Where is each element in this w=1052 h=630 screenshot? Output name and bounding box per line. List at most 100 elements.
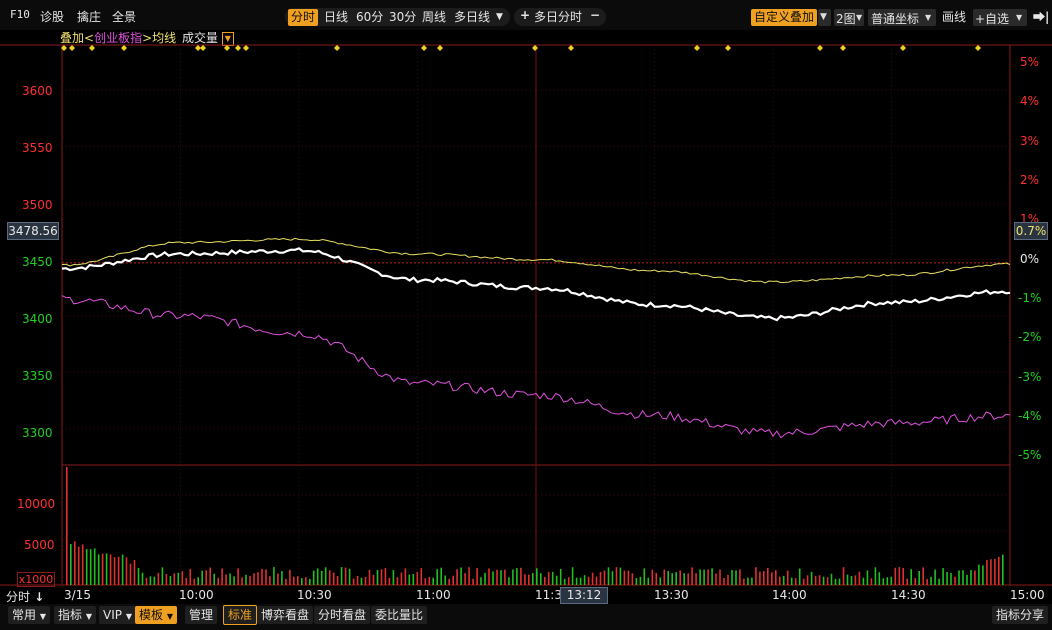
volume-bar [169, 576, 172, 585]
volume-bar [312, 570, 315, 585]
tab-common[interactable]: 常用 ▼ [8, 606, 50, 624]
tab-manage[interactable]: 管理 [185, 606, 218, 624]
volume-bar [356, 576, 359, 585]
period-daily[interactable]: 日线 [321, 9, 351, 26]
volume-bar [978, 564, 980, 585]
chart-grid [0, 44, 1052, 586]
volume-bar [715, 573, 717, 585]
chevron-down-icon: ▼ [166, 612, 173, 621]
volume-bar [77, 546, 80, 585]
volume-bar [934, 569, 936, 585]
volume-bar [380, 569, 383, 585]
volume-bar [205, 570, 207, 585]
volume-bar [492, 571, 494, 585]
volume-bar [364, 576, 367, 585]
time-label-0: 3/15 [64, 588, 91, 602]
crosshair-price-label: 3478.56 [7, 222, 59, 240]
f10-button[interactable]: F10 [10, 8, 30, 21]
chevron-down-icon: ▼ [925, 13, 932, 22]
volume-bar [834, 578, 837, 585]
watchlist-dropdown[interactable]: +自选 ▼ [973, 9, 1027, 26]
minus-icon[interactable]: − [590, 8, 600, 22]
volume-bar [679, 570, 681, 585]
volume-bar [153, 576, 156, 585]
volume-bar [579, 577, 582, 585]
volume-bar [245, 574, 247, 585]
volume-bar [249, 575, 251, 585]
volume-bar [547, 571, 550, 585]
tab-fenshi-view[interactable]: 分时看盘 [314, 606, 371, 624]
charts-dropdown[interactable]: 2图 ▼ [834, 9, 864, 26]
tab-indicator[interactable]: 指标 ▼ [54, 606, 96, 624]
volume-bar [635, 578, 638, 585]
volume-bar [862, 577, 865, 585]
catch-dealer-button[interactable]: 擒庄 [77, 8, 101, 25]
volume-bar [320, 571, 323, 585]
pct-tick-m4: -4% [1018, 409, 1042, 423]
volume-bar [293, 576, 295, 585]
volume-bar [297, 576, 299, 585]
volume-bar [404, 568, 407, 585]
volume-bar [436, 569, 438, 585]
tab-vip[interactable]: VIP ▼ [99, 606, 136, 624]
volume-bar [328, 570, 331, 585]
tab-template[interactable]: 模板 ▼ [135, 606, 177, 624]
period-fenshi[interactable]: 分时 [288, 9, 319, 26]
collapse-icon[interactable]: ⮕| [1033, 8, 1049, 25]
volume-bar [731, 570, 733, 585]
indicator-share-button[interactable]: 指标分享 [992, 606, 1049, 624]
event-marker-icon [235, 45, 241, 51]
price-chart[interactable] [0, 30, 1052, 605]
volume-bar [802, 578, 805, 585]
tab-standard[interactable]: 标准 [223, 605, 258, 625]
volume-bar [316, 568, 319, 585]
coord-dropdown[interactable]: 普通坐标 ▼ [868, 9, 936, 26]
volume-bar [177, 572, 180, 585]
tab-order-ratio[interactable]: 委比量比 [371, 606, 428, 624]
volume-bar [376, 570, 379, 585]
volume-bar [420, 568, 423, 585]
volume-bar [384, 568, 387, 585]
pct-tick-0: 0% [1020, 252, 1040, 266]
volume-bar [344, 567, 347, 585]
volume-bar [400, 572, 403, 585]
diagnose-button[interactable]: 诊股 [40, 8, 64, 25]
panorama-button[interactable]: 全景 [112, 8, 136, 25]
chevron-down-icon[interactable]: ▼ [496, 12, 503, 22]
period-weekly[interactable]: 周线 [419, 9, 449, 26]
volume-bar [950, 573, 952, 585]
volume-bar [786, 570, 789, 585]
fenshi-time-label[interactable]: 分时 ↓ [6, 588, 44, 605]
pct-tick-3: 3% [1020, 134, 1040, 148]
volume-bar [532, 573, 534, 585]
tab-game-view[interactable]: 博弈看盘 [257, 606, 314, 624]
volume-bar [926, 579, 928, 585]
period-60m[interactable]: 60分 [353, 9, 386, 26]
volume-bar [209, 567, 211, 585]
chevron-down-icon: ▼ [85, 612, 92, 621]
chevron-down-icon: ▼ [39, 612, 46, 621]
volume-unit-badge: x1000 [17, 572, 55, 587]
volume-bar [974, 570, 976, 585]
draw-line-button[interactable]: 画线 [942, 8, 966, 25]
volume-bar [257, 572, 259, 585]
period-multiday[interactable]: 多日线 [451, 9, 493, 26]
volume-bar [121, 554, 124, 585]
volume-bar [484, 572, 486, 585]
volume-bar [922, 567, 924, 585]
plus-icon[interactable]: + [520, 8, 530, 22]
volume-bar [309, 578, 311, 585]
volume-bar [663, 569, 666, 585]
volume-bar [444, 575, 446, 585]
volume-bar [129, 563, 132, 585]
price-tick-3450: 3450 [22, 255, 53, 269]
volume-bar [846, 574, 849, 585]
crosshair-pct-label: 0.7% [1014, 222, 1048, 240]
volume-bar [544, 577, 546, 585]
volume-bar [66, 467, 68, 585]
charts-label: 2图 [836, 12, 856, 26]
period-30m[interactable]: 30分 [386, 9, 419, 26]
volume-bar [866, 570, 869, 585]
custom-overlay-button[interactable]: 自定义叠加 [751, 9, 818, 26]
overlay-dropdown[interactable]: ▼ [818, 9, 831, 26]
